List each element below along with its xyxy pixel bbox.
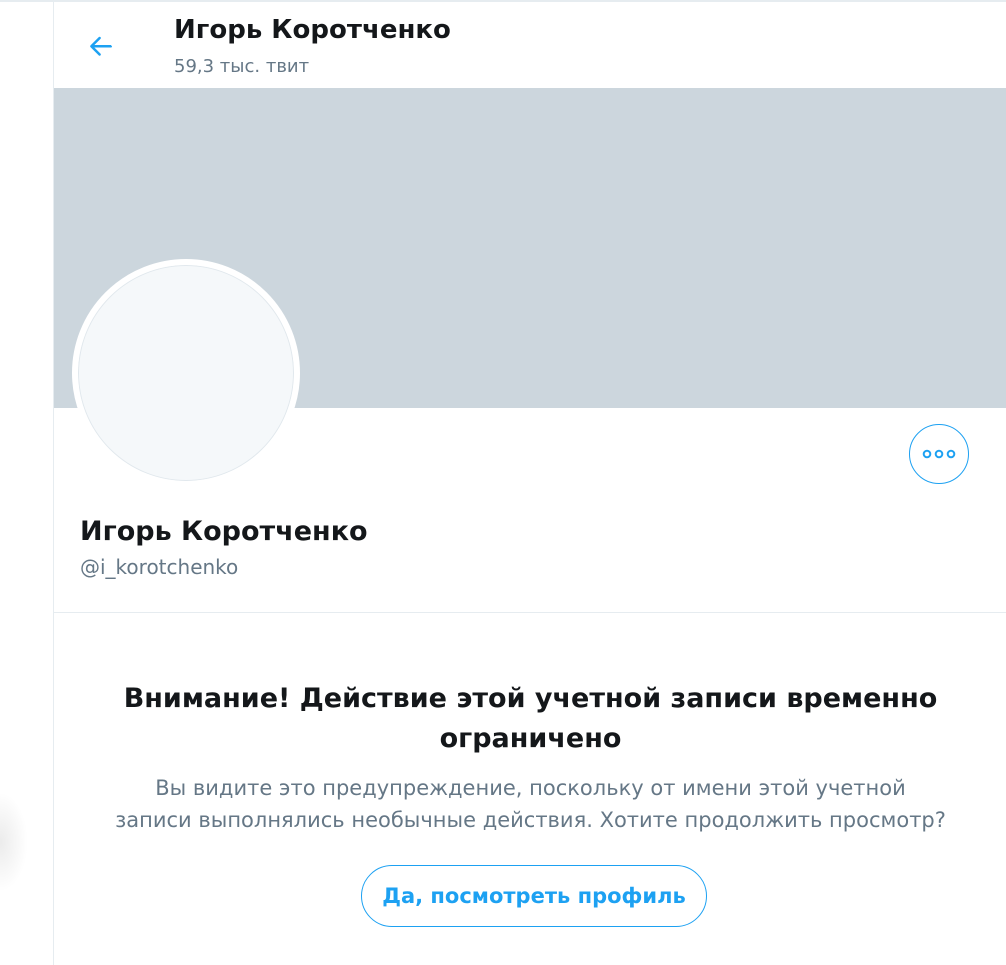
back-button[interactable]: [78, 23, 124, 69]
divider: [54, 612, 1006, 613]
left-sidebar: [0, 2, 53, 965]
profile-handle: @i_korotchenko: [80, 555, 239, 579]
more-dots-icon: [922, 449, 956, 459]
warning-text: Вы видите это предупреждение, поскольку …: [115, 776, 946, 832]
profile-name: Игорь Коротченко: [80, 516, 368, 547]
arrow-left-icon: [90, 36, 112, 56]
warning-title: Внимание! Действие этой учетной записи в…: [123, 683, 938, 754]
more-options-button[interactable]: [909, 424, 969, 484]
profile-header: Игорь Коротченко 59,3 тыс. твит: [54, 2, 1006, 88]
avatar[interactable]: [72, 259, 300, 487]
view-profile-button[interactable]: Да, посмотреть профиль: [361, 865, 707, 927]
tweet-count: 59,3 тыс. твит: [174, 56, 310, 77]
header-title: Игорь Коротченко: [174, 15, 451, 45]
sidebar-shadow: [0, 792, 28, 892]
profile-column: Игорь Коротченко 59,3 тыс. твит Игорь Ко…: [53, 2, 1006, 965]
